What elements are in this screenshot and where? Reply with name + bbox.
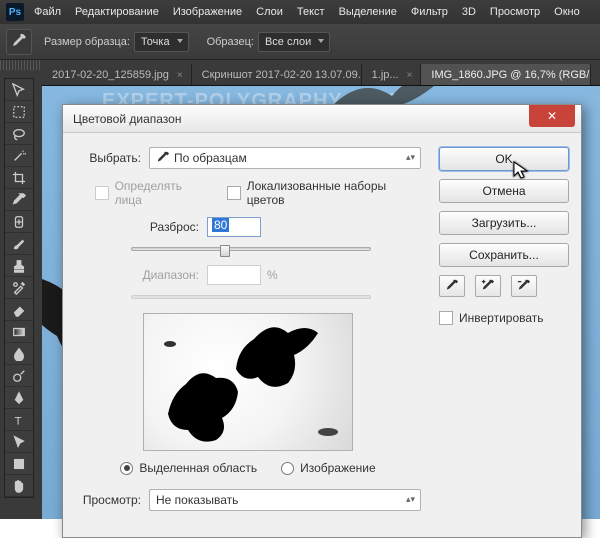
tool-crop[interactable] [5, 167, 33, 189]
select-method-dropdown[interactable]: По образцам ▴▾ [149, 147, 421, 169]
fuzziness-input[interactable]: 80 [207, 217, 261, 237]
menu-layer[interactable]: Слои [256, 6, 283, 18]
menu-select[interactable]: Выделение [339, 6, 397, 18]
menu-text[interactable]: Текст [297, 6, 325, 18]
sample-size-select[interactable]: Точка [134, 32, 189, 52]
sample-layer-label: Образец: [207, 36, 254, 48]
tool-move[interactable] [5, 79, 33, 101]
tool-blur[interactable] [5, 343, 33, 365]
dialog-close-button[interactable]: ✕ [529, 105, 575, 127]
tool-pen[interactable] [5, 387, 33, 409]
tool-wand[interactable] [5, 145, 33, 167]
color-range-dialog: Цветовой диапазон ✕ Выбрать: По образцам… [62, 104, 582, 538]
radio-dot-icon [281, 462, 294, 475]
eyedropper-sample-button[interactable] [439, 275, 465, 297]
eyedropper-subtract-button[interactable] [511, 275, 537, 297]
doc-tab-active[interactable]: IMG_1860.JPG @ 16,7% (RGB/8) *× [421, 64, 591, 85]
eyedropper-plus-icon [481, 279, 495, 293]
tool-eyedropper[interactable] [5, 189, 33, 211]
radio-image[interactable]: Изображение [281, 461, 376, 475]
dialog-title: Цветовой диапазон [73, 112, 181, 126]
save-button[interactable]: Сохранить... [439, 243, 569, 267]
menu-view[interactable]: Просмотр [490, 6, 540, 18]
select-label: Выбрать: [75, 151, 141, 165]
tool-dodge[interactable] [5, 365, 33, 387]
tool-shape[interactable] [5, 453, 33, 475]
range-slider [131, 295, 371, 299]
radio-dot-icon [120, 462, 133, 475]
ps-logo: Ps [6, 3, 24, 21]
menu-filter[interactable]: Фильтр [411, 6, 448, 18]
tool-gradient[interactable] [5, 321, 33, 343]
tool-path-select[interactable] [5, 431, 33, 453]
dialog-titlebar[interactable]: Цветовой диапазон ✕ [63, 105, 581, 133]
tool-type[interactable]: T [5, 409, 33, 431]
menu-window[interactable]: Окно [554, 6, 580, 18]
ok-button[interactable]: OK [439, 147, 569, 171]
tool-heal[interactable] [5, 211, 33, 233]
doc-tab[interactable]: 2017-02-20_125859.jpg× [42, 64, 192, 85]
menu-edit[interactable]: Редактирование [75, 6, 159, 18]
tool-eraser[interactable] [5, 299, 33, 321]
eyedropper-icon [11, 34, 27, 50]
tool-history-brush[interactable] [5, 277, 33, 299]
eyedropper-icon [156, 151, 170, 165]
tool-stamp[interactable] [5, 255, 33, 277]
invert-label: Инвертировать [459, 311, 544, 325]
range-input [207, 265, 261, 285]
toolbox: T [4, 78, 34, 498]
detect-faces-checkbox [95, 186, 109, 200]
doc-tab[interactable]: 1.jp...× [362, 64, 422, 85]
invert-checkbox[interactable] [439, 311, 453, 325]
range-unit: % [267, 268, 278, 282]
close-icon[interactable]: × [407, 70, 413, 81]
selection-preview[interactable] [143, 313, 353, 451]
preview-mode-dropdown[interactable]: Не показывать ▴▾ [149, 489, 421, 511]
fuzziness-label: Разброс: [75, 220, 199, 234]
tool-hand[interactable] [5, 475, 33, 497]
range-label: Диапазон: [75, 268, 199, 282]
current-tool-swatch[interactable] [6, 29, 32, 55]
menu-file[interactable]: Файл [34, 6, 61, 18]
sample-size-label: Размер образца: [44, 36, 130, 48]
menu-image[interactable]: Изображение [173, 6, 242, 18]
svg-text:T: T [15, 415, 22, 427]
eyedropper-add-button[interactable] [475, 275, 501, 297]
fuzziness-slider[interactable] [131, 247, 371, 251]
cancel-button[interactable]: Отмена [439, 179, 569, 203]
localized-colors-label: Локализованные наборы цветов [247, 179, 421, 207]
tool-brush[interactable] [5, 233, 33, 255]
menu-3d[interactable]: 3D [462, 6, 476, 18]
slider-thumb[interactable] [220, 245, 230, 257]
localized-colors-checkbox[interactable] [227, 186, 241, 200]
eyedropper-minus-icon [517, 279, 531, 293]
load-button[interactable]: Загрузить... [439, 211, 569, 235]
radio-selection[interactable]: Выделенная область [120, 461, 257, 475]
preview-mode-label: Просмотр: [75, 493, 141, 507]
close-icon[interactable]: × [177, 70, 183, 81]
tool-lasso[interactable] [5, 123, 33, 145]
sample-layer-select[interactable]: Все слои [258, 32, 330, 52]
doc-tab[interactable]: Скриншот 2017-02-20 13.07.09.png× [192, 64, 362, 85]
detect-faces-label: Определять лица [115, 179, 210, 207]
eyedropper-icon [445, 279, 459, 293]
tool-marquee[interactable] [5, 101, 33, 123]
